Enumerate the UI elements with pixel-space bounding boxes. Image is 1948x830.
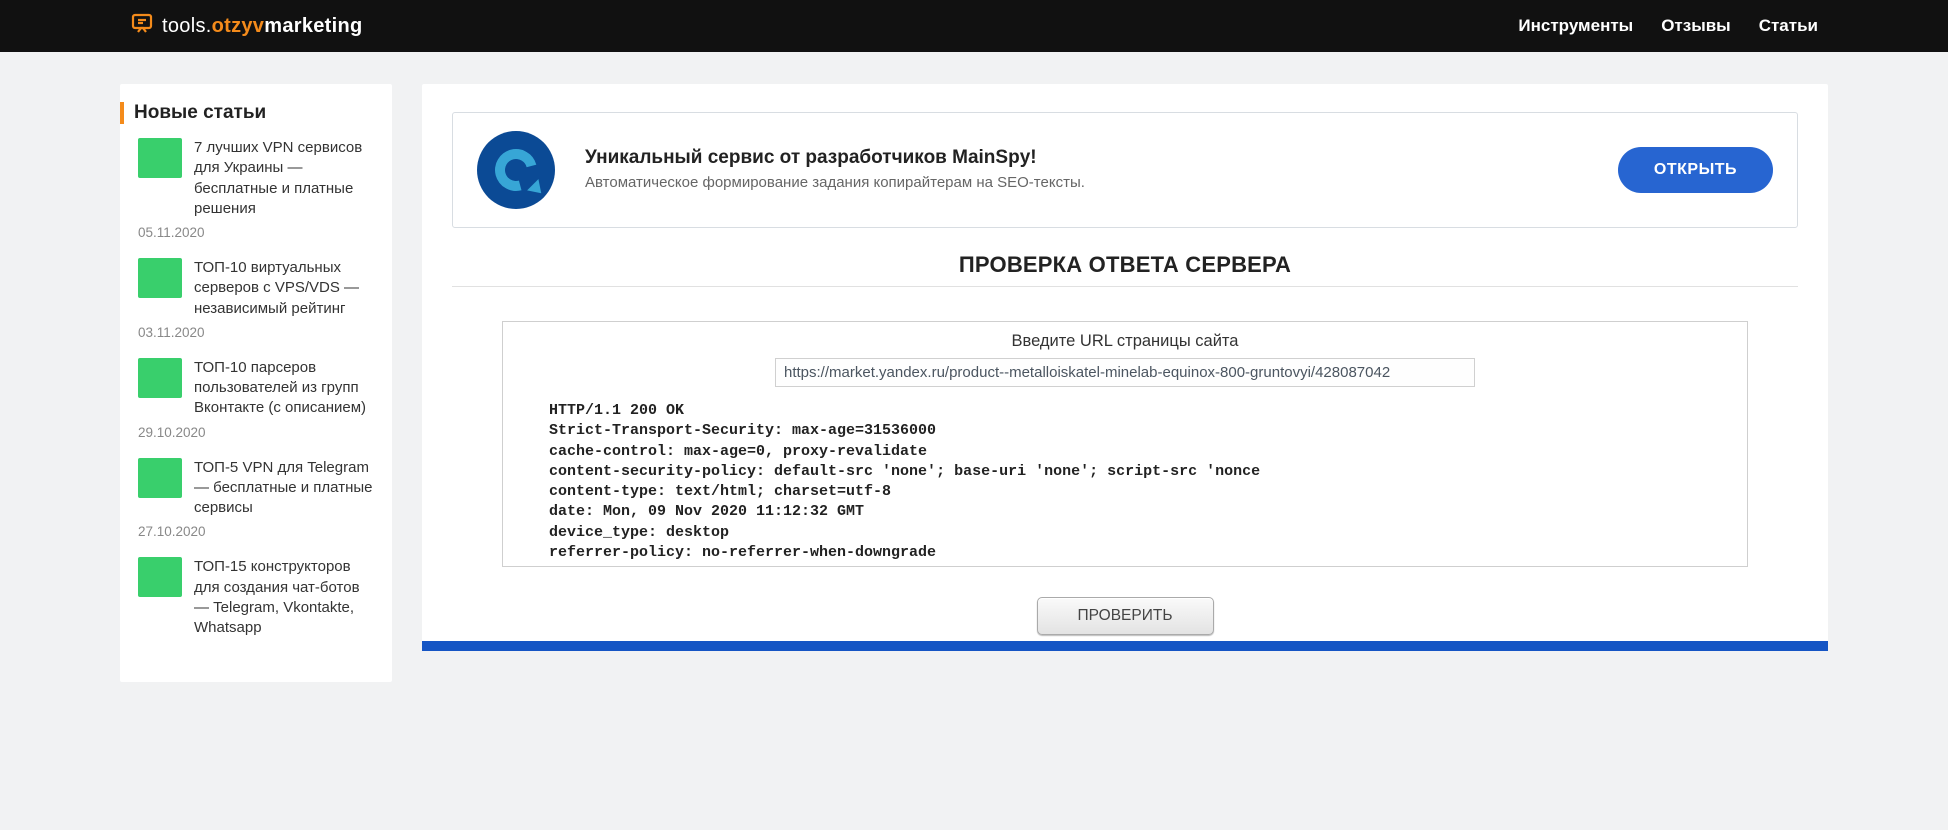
server-response-output[interactable]: HTTP/1.1 200 OK Strict-Transport-Securit…	[519, 401, 1731, 566]
list-item[interactable]: ТОП-10 виртуальных серверов с VPS/VDS — …	[138, 258, 374, 340]
divider	[452, 286, 1798, 287]
article-title: ТОП-10 виртуальных серверов с VPS/VDS — …	[194, 258, 374, 319]
promo-open-button[interactable]: ОТКРЫТЬ	[1618, 147, 1773, 193]
brand[interactable]: tools.otzyvmarketing	[130, 11, 363, 41]
main-nav: Инструменты Отзывы Статьи	[1518, 16, 1818, 36]
article-date: 03.11.2020	[138, 325, 374, 340]
page-title: ПРОВЕРКА ОТВЕТА СЕРВЕРА	[452, 252, 1798, 278]
list-item[interactable]: ТОП-15 конструкторов для создания чат-бо…	[138, 557, 374, 644]
top-bar: tools.otzyvmarketing Инструменты Отзывы …	[0, 0, 1948, 52]
article-date: 29.10.2020	[138, 425, 374, 440]
article-thumb-icon	[138, 258, 182, 298]
article-title: 7 лучших VPN сервисов для Украины — бесп…	[194, 138, 374, 219]
promo-logo-icon	[477, 131, 555, 209]
article-date: 27.10.2020	[138, 524, 374, 539]
url-input[interactable]	[775, 358, 1475, 387]
article-thumb-icon	[138, 358, 182, 398]
article-thumb-icon	[138, 138, 182, 178]
bottom-blue-bar	[422, 641, 1828, 651]
main-content: Уникальный сервис от разработчиков MainS…	[422, 84, 1828, 651]
promo-banner: Уникальный сервис от разработчиков MainS…	[452, 112, 1798, 228]
nav-link-tools[interactable]: Инструменты	[1518, 16, 1633, 36]
chat-icon	[130, 11, 154, 41]
article-title: ТОП-5 VPN для Telegram — бесплатные и пл…	[194, 458, 374, 519]
promo-subtitle: Автоматическое формирование задания копи…	[585, 173, 1588, 193]
tool-panel: Введите URL страницы сайта HTTP/1.1 200 …	[502, 321, 1748, 567]
nav-link-articles[interactable]: Статьи	[1759, 16, 1818, 36]
article-thumb-icon	[138, 458, 182, 498]
sidebar: Новые статьи 7 лучших VPN сервисов для У…	[120, 84, 392, 682]
list-item[interactable]: 7 лучших VPN сервисов для Украины — бесп…	[138, 138, 374, 240]
list-item[interactable]: ТОП-10 парсеров пользователей из групп В…	[138, 358, 374, 440]
list-item[interactable]: ТОП-5 VPN для Telegram — бесплатные и пл…	[138, 458, 374, 540]
check-button[interactable]: ПРОВЕРИТЬ	[1037, 597, 1214, 635]
article-date: 05.11.2020	[138, 225, 374, 240]
brand-text: tools.otzyvmarketing	[162, 15, 363, 38]
url-input-label: Введите URL страницы сайта	[519, 332, 1731, 351]
nav-link-reviews[interactable]: Отзывы	[1661, 16, 1731, 36]
sidebar-title: Новые статьи	[120, 102, 374, 124]
promo-title: Уникальный сервис от разработчиков MainS…	[585, 147, 1588, 169]
article-title: ТОП-10 парсеров пользователей из групп В…	[194, 358, 374, 419]
article-title: ТОП-15 конструкторов для создания чат-бо…	[194, 557, 374, 638]
article-thumb-icon	[138, 557, 182, 597]
